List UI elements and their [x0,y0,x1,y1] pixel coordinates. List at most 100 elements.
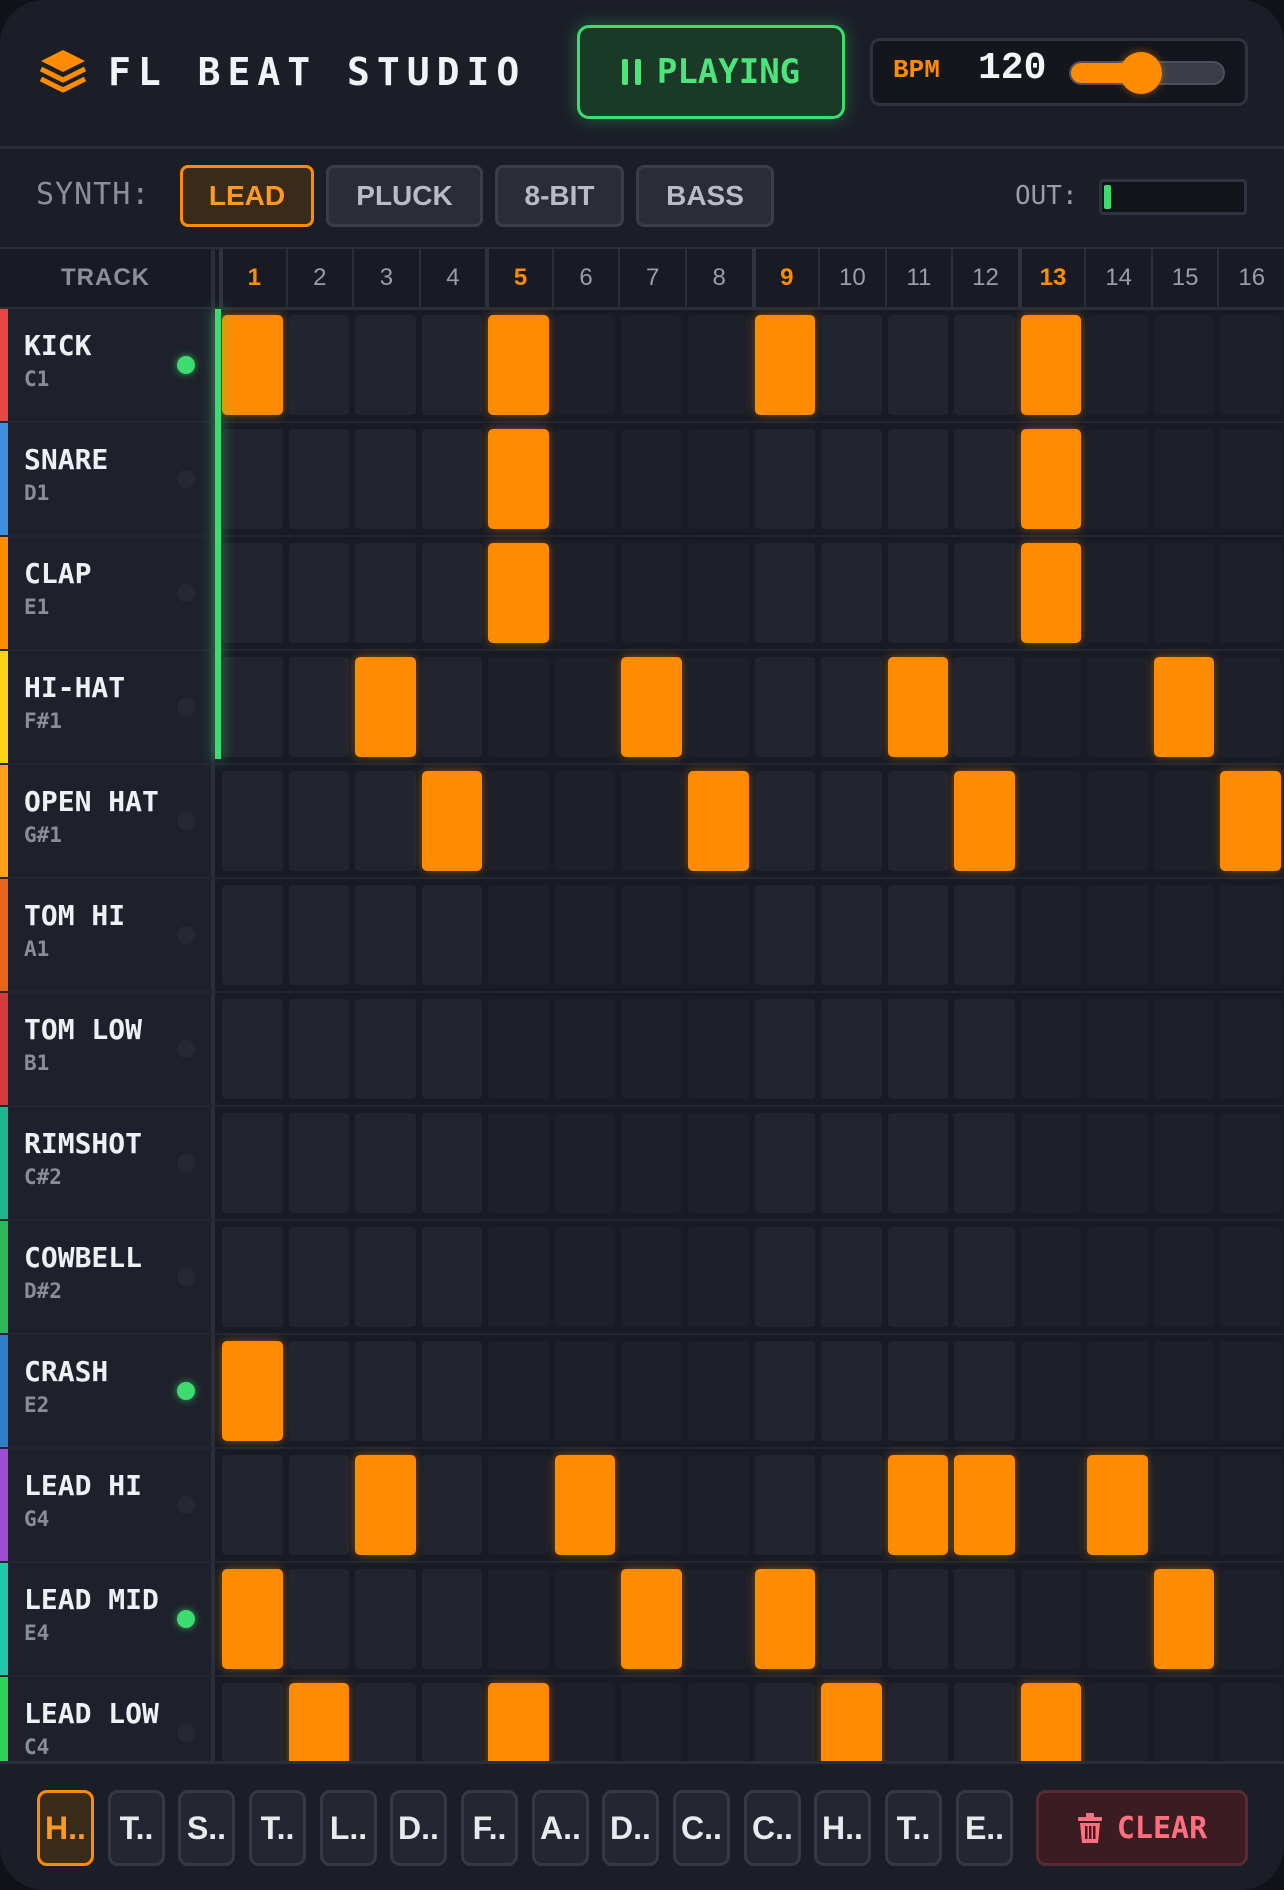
step-cell[interactable] [421,315,483,415]
pattern-tab[interactable]: E.. [956,1790,1013,1866]
track-info[interactable]: HI-HAT F#1 [0,651,215,763]
step-cell[interactable] [621,1683,682,1761]
step-cell[interactable] [687,315,749,415]
step-cell[interactable] [421,1569,483,1669]
step-cell[interactable] [288,1341,350,1441]
step-cell[interactable] [821,315,882,415]
step-cell[interactable] [821,543,882,643]
synth-option-lead[interactable]: LEAD [180,165,314,227]
step-cell[interactable] [754,999,816,1099]
step-cell[interactable] [1153,1569,1215,1669]
step-cell[interactable] [1153,543,1215,643]
step-cell[interactable] [754,315,816,415]
step-cell[interactable] [554,543,616,643]
step-cell[interactable] [887,1113,949,1213]
step-cell[interactable] [954,543,1015,643]
step-cell[interactable] [754,1455,816,1555]
step-cell[interactable] [821,999,882,1099]
synth-option-8bit[interactable]: 8-BIT [495,165,624,227]
step-cell[interactable] [1153,885,1215,985]
step-cell[interactable] [1020,1569,1082,1669]
step-cell[interactable] [1020,315,1082,415]
bpm-slider-thumb[interactable] [1119,52,1162,94]
step-cell[interactable] [421,1341,483,1441]
step-cell[interactable] [488,1227,549,1327]
step-cell[interactable] [421,771,483,871]
track-info[interactable]: SNARE D1 [0,423,215,535]
step-cell[interactable] [754,1113,816,1213]
step-cell[interactable] [1153,1113,1215,1213]
step-cell[interactable] [222,771,283,871]
step-cell[interactable] [954,771,1015,871]
step-cell[interactable] [954,1683,1015,1761]
step-cell[interactable] [754,771,816,871]
step-cell[interactable] [821,1113,882,1213]
step-cell[interactable] [488,1455,549,1555]
step-cell[interactable] [488,771,549,871]
step-cell[interactable] [355,1341,416,1441]
step-cell[interactable] [887,429,949,529]
step-cell[interactable] [421,543,483,643]
step-cell[interactable] [621,1227,682,1327]
step-cell[interactable] [288,657,350,757]
step-cell[interactable] [621,1455,682,1555]
step-cell[interactable] [687,771,749,871]
play-pause-button[interactable]: PLAYING [577,25,845,119]
step-cell[interactable] [421,885,483,985]
step-cell[interactable] [687,429,749,529]
step-cell[interactable] [621,1569,682,1669]
step-cell[interactable] [887,999,949,1099]
step-cell[interactable] [1153,315,1215,415]
step-cell[interactable] [222,999,283,1099]
step-cell[interactable] [1153,1455,1215,1555]
step-cell[interactable] [554,1569,616,1669]
step-cell[interactable] [754,657,816,757]
step-cell[interactable] [288,885,350,985]
step-cell[interactable] [1153,1227,1215,1327]
synth-option-bass[interactable]: BASS [636,165,774,227]
step-cell[interactable] [821,1683,882,1761]
step-cell[interactable] [421,1455,483,1555]
track-info[interactable]: OPEN HAT G#1 [0,765,215,877]
step-cell[interactable] [887,1341,949,1441]
step-cell[interactable] [1087,543,1148,643]
step-cell[interactable] [821,429,882,529]
step-cell[interactable] [1020,771,1082,871]
step-cell[interactable] [754,1569,816,1669]
step-cell[interactable] [554,1341,616,1441]
step-cell[interactable] [355,771,416,871]
step-cell[interactable] [621,543,682,643]
step-cell[interactable] [1153,771,1215,871]
step-cell[interactable] [687,1455,749,1555]
step-cell[interactable] [887,771,949,871]
step-cell[interactable] [821,885,882,985]
step-cell[interactable] [554,885,616,985]
step-cell[interactable] [1087,885,1148,985]
step-cell[interactable] [1087,1455,1148,1555]
step-cell[interactable] [554,315,616,415]
step-cell[interactable] [288,999,350,1099]
step-cell[interactable] [488,315,549,415]
track-info[interactable]: KICK C1 [0,309,215,421]
track-info[interactable]: COWBELL D#2 [0,1221,215,1333]
step-cell[interactable] [954,1455,1015,1555]
step-cell[interactable] [954,885,1015,985]
step-cell[interactable] [687,999,749,1099]
step-cell[interactable] [421,657,483,757]
step-cell[interactable] [1087,657,1148,757]
step-cell[interactable] [421,999,483,1099]
step-cell[interactable] [887,315,949,415]
step-cell[interactable] [1020,429,1082,529]
step-cell[interactable] [222,1569,283,1669]
step-cell[interactable] [754,543,816,643]
pattern-tab[interactable]: C.. [673,1790,730,1866]
step-cell[interactable] [488,1113,549,1213]
step-cell[interactable] [1020,1341,1082,1441]
step-cell[interactable] [222,1455,283,1555]
step-cell[interactable] [1087,1341,1148,1441]
step-cell[interactable] [621,999,682,1099]
step-cell[interactable] [821,1569,882,1669]
pattern-tab[interactable]: L.. [320,1790,377,1866]
step-cell[interactable] [621,771,682,871]
step-cell[interactable] [488,657,549,757]
